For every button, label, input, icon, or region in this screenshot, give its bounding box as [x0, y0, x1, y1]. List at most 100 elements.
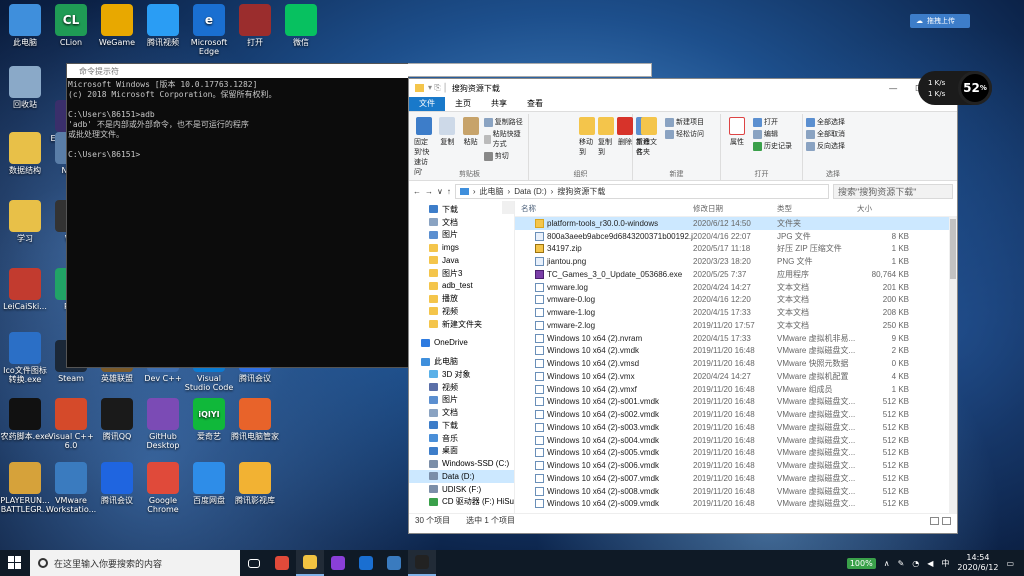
details-view-icon[interactable]: [930, 516, 939, 525]
nav-item[interactable]: Data (D:): [409, 470, 514, 483]
file-row[interactable]: Windows 10 x64 (2).vmdk 2019/11/20 16:48 V…: [515, 345, 957, 358]
file-row[interactable]: Windows 10 x64 (2)-s006.vmdk 2019/11/20 1…: [515, 459, 957, 472]
taskbar-app[interactable]: [268, 550, 296, 576]
nav-item[interactable]: OneDrive: [409, 337, 514, 350]
desktop-icon[interactable]: 腾讯电脑管家: [230, 398, 280, 441]
desktop-icon[interactable]: Visual C++ 6.0: [46, 398, 96, 450]
breadcrumb-drive[interactable]: Data (D:): [514, 187, 546, 196]
desktop-icon[interactable]: 打开: [230, 4, 280, 47]
column-name[interactable]: 名称: [515, 203, 693, 214]
network-icon[interactable]: ◔: [912, 559, 919, 568]
desktop-icon[interactable]: LeiCaiSki...: [0, 268, 50, 311]
desktop-icon[interactable]: 学习: [0, 200, 50, 243]
desktop-icon[interactable]: VMware Workstatio...: [46, 462, 96, 514]
desktop-icon[interactable]: PLAYERUN... BATTLEGR...: [0, 462, 50, 514]
tab-1[interactable]: 主页: [445, 97, 481, 111]
nav-item[interactable]: 视频: [409, 305, 514, 318]
taskbar-app[interactable]: [408, 550, 436, 576]
minimize-button[interactable]: —: [889, 84, 897, 93]
select-all-button[interactable]: 全部选择: [806, 117, 845, 127]
up-button[interactable]: ↑: [447, 187, 451, 196]
file-list[interactable]: 名称 修改日期 类型 大小 platform-tools_r30.0.0-win…: [515, 201, 957, 513]
nav-item[interactable]: 下载: [409, 203, 514, 216]
desktop-icon[interactable]: Ico文件图标转换.exe: [0, 332, 50, 384]
tab-2[interactable]: 共享: [481, 97, 517, 111]
task-view-button[interactable]: [240, 550, 268, 576]
nav-item[interactable]: 图片: [409, 229, 514, 242]
nav-scrollbar[interactable]: [502, 201, 514, 214]
navigation-pane[interactable]: 下载 文档 图片 imgs Java 图片3 adb_test 播放 视频 新建文件夹 OneDri…: [409, 201, 515, 513]
file-row[interactable]: vmware-2.log 2019/11/20 17:57 文本文档 250 KB: [515, 319, 957, 332]
file-row[interactable]: jiantou.png 2020/3/23 18:20 PNG 文件 1 KB: [515, 255, 957, 268]
nav-item[interactable]: 播放: [409, 292, 514, 305]
volume-icon[interactable]: ◀: [927, 559, 933, 568]
battery-icon[interactable]: 100%: [846, 557, 876, 569]
file-row[interactable]: Windows 10 x64 (2)-s004.vmdk 2019/11/20 1…: [515, 434, 957, 447]
desktop-icon[interactable]: WeGame: [92, 4, 142, 47]
file-explorer-window[interactable]: ▾ ⎘ │ 搜狗资源下载 — ☐ ✕ 文件主页共享查看 固定到'快速访问' 复制…: [408, 78, 958, 534]
nav-item[interactable]: imgs: [409, 241, 514, 254]
file-row[interactable]: Windows 10 x64 (2)-s001.vmdk 2019/11/20 1…: [515, 396, 957, 409]
list-scrollbar[interactable]: [949, 217, 957, 513]
file-row[interactable]: Windows 10 x64 (2)-s002.vmdk 2019/11/20 1…: [515, 408, 957, 421]
command-prompt-window[interactable]: 命令提示符 Microsoft Windows [版本 10.0.17763.1…: [66, 63, 409, 368]
desktop-icon[interactable]: 腾讯视频: [138, 4, 188, 47]
select-none-button[interactable]: 全部取消: [806, 129, 845, 139]
desktop-icon[interactable]: 腾讯会议: [92, 462, 142, 505]
search-input[interactable]: 搜索"搜狗资源下载": [833, 183, 953, 199]
desktop-icon[interactable]: 腾讯影视库: [230, 462, 280, 505]
edit-button[interactable]: 编辑: [753, 129, 792, 139]
notification-icon[interactable]: ▭: [1006, 559, 1014, 568]
desktop-icon[interactable]: Google Chrome: [138, 462, 188, 514]
desktop-icon[interactable]: e Microsoft Edge: [184, 4, 234, 56]
nav-item[interactable]: 文档: [409, 406, 514, 419]
desktop-icon[interactable]: 百度网盘: [184, 462, 234, 505]
pen-icon[interactable]: ✎: [898, 559, 905, 568]
breadcrumb-folder[interactable]: 搜狗资源下载: [557, 186, 605, 197]
nav-item[interactable]: 文档: [409, 216, 514, 229]
easy-access-button[interactable]: 轻松访问: [665, 129, 704, 139]
open-button[interactable]: 打开: [753, 117, 792, 127]
back-button[interactable]: ←: [413, 187, 421, 196]
quick-access-toolbar[interactable]: ▾ ⎘ │: [428, 83, 448, 93]
nav-item[interactable]: Windows-SSD (C:): [409, 457, 514, 470]
tab-3[interactable]: 查看: [517, 97, 553, 111]
nav-item[interactable]: CD 驱动器 (F:) HiSuite: [409, 496, 514, 509]
desktop-icon[interactable]: GitHub Desktop: [138, 398, 188, 450]
file-row[interactable]: Windows 10 x64 (2).vmx 2020/4/24 14:27 VMw…: [515, 370, 957, 383]
clock[interactable]: 14:54 2020/6/12: [957, 553, 998, 573]
breadcrumb-pc[interactable]: 此电脑: [480, 186, 504, 197]
file-row[interactable]: TC_Games_3_0_Update_053686.exe 2020/5/25 …: [515, 268, 957, 281]
nav-item[interactable]: 音乐: [409, 432, 514, 445]
file-row[interactable]: Windows 10 x64 (2).nvram 2020/4/15 17:33 V…: [515, 332, 957, 345]
nav-item[interactable]: UDISK (F:): [409, 483, 514, 496]
desktop-icon[interactable]: 回收站: [0, 66, 50, 109]
file-row[interactable]: vmware-1.log 2020/4/15 17:33 文本文档 208 KB: [515, 306, 957, 319]
desktop-icon[interactable]: iQIYI 爱奇艺: [184, 398, 234, 441]
recent-button[interactable]: ∨: [437, 187, 443, 196]
taskbar-app[interactable]: [324, 550, 352, 576]
ime-indicator[interactable]: 中: [941, 558, 949, 569]
invert-selection-button[interactable]: 反向选择: [806, 141, 845, 151]
forward-button[interactable]: →: [425, 187, 433, 196]
history-button[interactable]: 历史记录: [753, 141, 792, 151]
desktop-icon[interactable]: 数据结构: [0, 132, 50, 175]
paste-shortcut-button[interactable]: 粘贴快捷方式: [483, 129, 525, 149]
file-row[interactable]: vmware-0.log 2020/4/16 12:20 文本文档 200 KB: [515, 294, 957, 307]
nav-item[interactable]: Java: [409, 254, 514, 267]
desktop-icon[interactable]: 农药脚本.exe: [0, 398, 50, 441]
address-bar[interactable]: › 此电脑 › Data (D:) › 搜狗资源下载: [454, 183, 829, 199]
new-item-button[interactable]: 新建项目: [665, 117, 704, 127]
cmd-output[interactable]: Microsoft Windows [版本 10.0.17763.1282] (…: [67, 78, 408, 162]
network-speed-widget[interactable]: 1 K/s 1 K/s 52%: [918, 71, 992, 105]
nav-item[interactable]: 桌面: [409, 445, 514, 458]
cloud-upload-badge[interactable]: ☁ 拖拽上传: [910, 14, 970, 28]
desktop-icon[interactable]: 微信: [276, 4, 326, 47]
cut-button[interactable]: 剪切: [483, 151, 525, 161]
desktop-icon[interactable]: CL CLion: [46, 4, 96, 47]
start-button[interactable]: [0, 550, 30, 576]
file-row[interactable]: Windows 10 x64 (2)-s003.vmdk 2019/11/20 1…: [515, 421, 957, 434]
taskbar-search-box[interactable]: 在这里输入你要搜索的内容: [30, 550, 240, 576]
column-date[interactable]: 修改日期: [693, 203, 777, 214]
taskbar-app[interactable]: [380, 550, 408, 576]
